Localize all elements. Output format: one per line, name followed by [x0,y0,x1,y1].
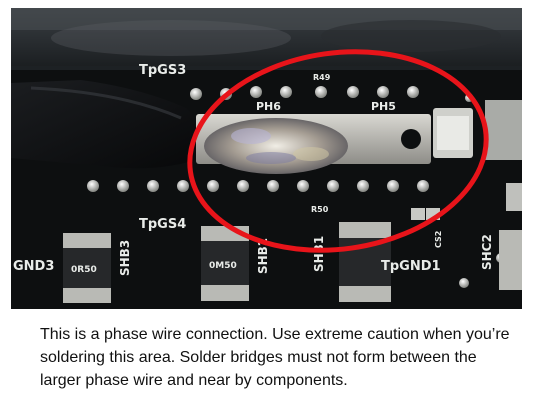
silk-shb3: SHB3 [118,240,132,276]
silk-tpgs4: TpGS4 [139,217,186,232]
silk-ph6: PH6 [256,100,281,113]
pcb-photo-illustration: TpGS3 R49 PH6 PH5 TpGS4 R50 GND3 SHB3 SH… [11,8,522,309]
caption-line-1: This is a phase wire connection. Use ext… [40,326,510,343]
silk-r005-b: 0M50 [209,261,237,271]
silk-r005-a: 0R50 [71,265,97,275]
silk-cs2: CS2 [434,231,443,248]
silk-shb1: SHB1 [312,236,326,272]
silk-tpgnd1: TpGND1 [381,259,441,274]
caption: This is a phase wire connection. Use ext… [40,323,540,392]
silk-shc2: SHC2 [480,234,494,270]
silk-r49: R49 [313,73,331,82]
silk-r50: R50 [311,205,329,214]
silk-ph5: PH5 [371,100,396,113]
caption-line-3: larger phase wire and near by components… [40,372,348,389]
silk-tpgs3: TpGS3 [139,63,186,78]
silk-gnd3: GND3 [13,259,54,274]
caption-line-2: soldering this area. Solder bridges must… [40,349,477,366]
pcb-photo: TpGS3 R49 PH6 PH5 TpGS4 R50 GND3 SHB3 SH… [11,8,522,309]
